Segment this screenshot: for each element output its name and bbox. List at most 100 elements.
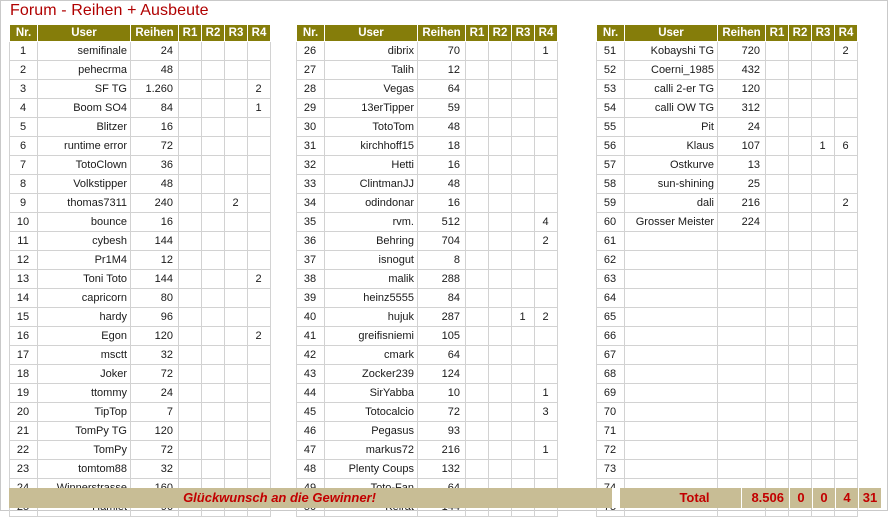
cell-reihen: 48 — [130, 60, 179, 80]
table-row: 11 cybesh 144 — [9, 231, 271, 251]
cell-nr: 70 — [596, 402, 625, 422]
cell-r1 — [465, 383, 489, 403]
cell-r4 — [247, 383, 271, 403]
cell-r4 — [534, 117, 558, 137]
cell-user: Blitzer — [37, 117, 131, 137]
table-row: 69 — [596, 383, 858, 403]
cell-user: Vegas — [324, 79, 418, 99]
cell-r2 — [488, 193, 512, 213]
cell-r3 — [511, 269, 535, 289]
cell-r2 — [488, 288, 512, 308]
cell-r3: 1 — [811, 136, 835, 156]
cell-r3: 1 — [511, 307, 535, 327]
cell-r1 — [765, 307, 789, 327]
cell-user: Kobayshi TG — [624, 41, 718, 61]
table-row: 62 — [596, 250, 858, 270]
cell-reihen: 70 — [417, 41, 466, 61]
cell-r1 — [465, 231, 489, 251]
cell-user: Zocker239 — [324, 364, 418, 384]
cell-r2 — [201, 383, 225, 403]
cell-r4 — [834, 459, 858, 479]
table-row: 58 sun-shining 25 — [596, 174, 858, 194]
cell-r2 — [201, 440, 225, 460]
cell-nr: 68 — [596, 364, 625, 384]
cell-r3 — [511, 193, 535, 213]
cell-r3 — [511, 345, 535, 365]
cell-nr: 73 — [596, 459, 625, 479]
cell-user: TotoClown — [37, 155, 131, 175]
cell-r3 — [511, 250, 535, 270]
table-row: 28 Vegas 64 — [296, 79, 558, 99]
cell-r1 — [765, 326, 789, 346]
cell-r4 — [247, 364, 271, 384]
cell-reihen: 8 — [417, 250, 466, 270]
cell-nr: 27 — [296, 60, 325, 80]
table-row: 20 TipTop 7 — [9, 402, 271, 422]
cell-r3 — [811, 41, 835, 61]
cell-r1 — [765, 193, 789, 213]
cell-nr: 47 — [296, 440, 325, 460]
cell-r4 — [247, 193, 271, 213]
table-row: 35 rvm. 512 4 — [296, 212, 558, 232]
cell-user — [624, 269, 718, 289]
cell-nr: 29 — [296, 98, 325, 118]
cell-user: msctt — [37, 345, 131, 365]
footer-blank-cell — [620, 488, 648, 508]
cell-r4 — [834, 345, 858, 365]
cell-nr: 32 — [296, 155, 325, 175]
cell-reihen: 144 — [130, 231, 179, 251]
cell-r1 — [465, 212, 489, 232]
table-row: 18 Joker 72 — [9, 364, 271, 384]
cell-reihen: 224 — [717, 212, 766, 232]
cell-r1 — [465, 459, 489, 479]
cell-user: sun-shining — [624, 174, 718, 194]
cell-nr: 46 — [296, 421, 325, 441]
cell-r3 — [224, 383, 248, 403]
cell-r4 — [834, 98, 858, 118]
cell-reihen: 105 — [417, 326, 466, 346]
cell-reihen — [717, 440, 766, 460]
cell-r4 — [834, 326, 858, 346]
cell-r2 — [201, 402, 225, 422]
column-header-r2: R2 — [788, 24, 812, 42]
cell-r1 — [765, 41, 789, 61]
cell-r3 — [811, 345, 835, 365]
results-table-1: Nr. User Reihen R1 R2 R3 R4 1 semifinale 2… — [9, 24, 271, 517]
column-header-r1: R1 — [178, 24, 202, 42]
cell-user: hardy — [37, 307, 131, 327]
table-row: 29 13erTipper 59 — [296, 98, 558, 118]
cell-r4: 2 — [247, 79, 271, 99]
cell-r1 — [465, 117, 489, 137]
cell-reihen: 84 — [417, 288, 466, 308]
cell-r3 — [511, 402, 535, 422]
cell-r4 — [834, 307, 858, 327]
cell-nr: 36 — [296, 231, 325, 251]
table-row: 16 Egon 120 2 — [9, 326, 271, 346]
cell-r4 — [247, 307, 271, 327]
cell-user: hujuk — [324, 307, 418, 327]
cell-nr: 16 — [9, 326, 38, 346]
cell-nr: 11 — [9, 231, 38, 251]
cell-r3 — [811, 326, 835, 346]
cell-reihen: 16 — [417, 193, 466, 213]
cell-r2 — [488, 231, 512, 251]
cell-r1 — [765, 60, 789, 80]
table-row: 46 Pegasus 93 — [296, 421, 558, 441]
cell-r1 — [178, 136, 202, 156]
cell-user: ClintmanJJ — [324, 174, 418, 194]
cell-reihen: 13 — [717, 155, 766, 175]
cell-nr: 12 — [9, 250, 38, 270]
cell-r3 — [224, 364, 248, 384]
cell-r3 — [511, 231, 535, 251]
cell-r1 — [765, 269, 789, 289]
cell-r2 — [788, 326, 812, 346]
cell-reihen — [717, 326, 766, 346]
total-r4-value: 31 — [858, 488, 881, 508]
cell-user: bounce — [37, 212, 131, 232]
cell-r3 — [511, 288, 535, 308]
cell-reihen: 132 — [417, 459, 466, 479]
table-row: 21 TomPy TG 120 — [9, 421, 271, 441]
cell-reihen: 288 — [417, 269, 466, 289]
cell-reihen: 84 — [130, 98, 179, 118]
cell-r3 — [224, 307, 248, 327]
